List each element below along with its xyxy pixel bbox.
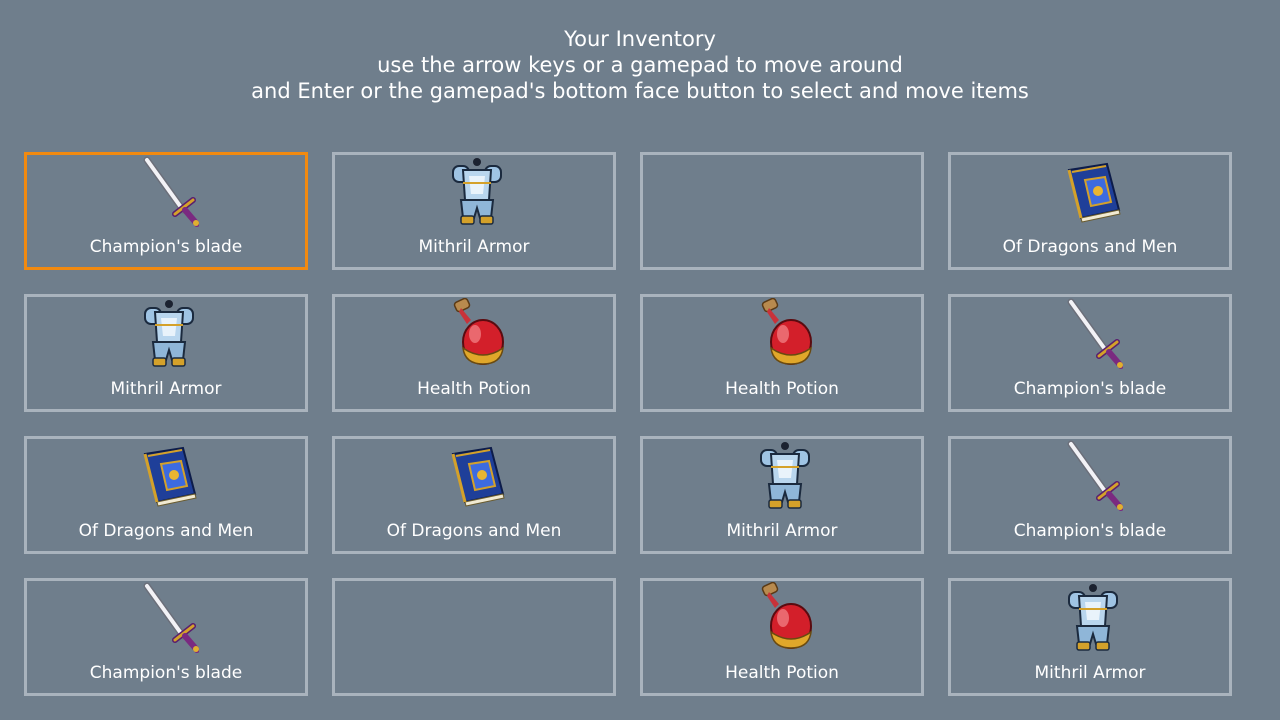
sword-icon [139, 582, 200, 654]
item-label: Health Potion [725, 663, 839, 683]
potion-icon [447, 297, 507, 370]
selection-instructions: and Enter or the gamepad's bottom face b… [251, 79, 1029, 103]
item-label: Health Potion [417, 379, 531, 399]
inventory-slot[interactable]: Champion's blade [948, 436, 1232, 554]
inventory-slot[interactable]: Of Dragons and Men [332, 436, 616, 554]
item-label: Health Potion [725, 379, 839, 399]
book-icon [139, 440, 199, 512]
armor-icon [1063, 582, 1123, 654]
item-label: Mithril Armor [418, 237, 530, 257]
inventory-slot[interactable]: Mithril Armor [640, 436, 924, 554]
inventory-slot[interactable]: Champion's blade [24, 578, 308, 696]
inventory-header: Your Inventory use the arrow keys or a g… [0, 26, 1280, 104]
item-label: Champion's blade [89, 237, 243, 257]
armor-icon [139, 298, 199, 370]
book-icon [1063, 156, 1123, 228]
item-label: Champion's blade [1013, 379, 1167, 399]
item-label: Mithril Armor [726, 521, 838, 541]
book-icon [447, 440, 507, 512]
movement-instructions: use the arrow keys or a gamepad to move … [377, 53, 903, 77]
sword-icon [1063, 298, 1124, 370]
item-label: Of Dragons and Men [386, 521, 562, 541]
item-label: Mithril Armor [1034, 663, 1146, 683]
inventory-grid: Champion's blade Mithril Armor Of Dragon… [24, 152, 1232, 696]
inventory-title: Your Inventory [564, 27, 716, 51]
item-label: Champion's blade [89, 663, 243, 683]
inventory-slot-empty[interactable] [332, 578, 616, 696]
armor-icon [447, 156, 507, 228]
inventory-slot[interactable]: Of Dragons and Men [948, 152, 1232, 270]
inventory-slot[interactable]: Mithril Armor [948, 578, 1232, 696]
inventory-slot[interactable]: Health Potion [640, 578, 924, 696]
item-label: Champion's blade [1013, 521, 1167, 541]
sword-icon [1063, 440, 1124, 512]
inventory-slot[interactable]: Champion's blade [948, 294, 1232, 412]
inventory-slot[interactable]: Of Dragons and Men [24, 436, 308, 554]
inventory-slot[interactable]: Health Potion [640, 294, 924, 412]
potion-icon [755, 581, 815, 654]
inventory-slot[interactable]: Health Potion [332, 294, 616, 412]
item-label: Of Dragons and Men [1002, 237, 1178, 257]
item-label: Of Dragons and Men [78, 521, 254, 541]
item-label: Mithril Armor [110, 379, 222, 399]
inventory-slot-empty[interactable] [640, 152, 924, 270]
inventory-slot[interactable]: Mithril Armor [332, 152, 616, 270]
inventory-slot[interactable]: Mithril Armor [24, 294, 308, 412]
sword-icon [139, 156, 200, 228]
armor-icon [755, 440, 815, 512]
inventory-slot[interactable]: Champion's blade [24, 152, 308, 270]
potion-icon [755, 297, 815, 370]
